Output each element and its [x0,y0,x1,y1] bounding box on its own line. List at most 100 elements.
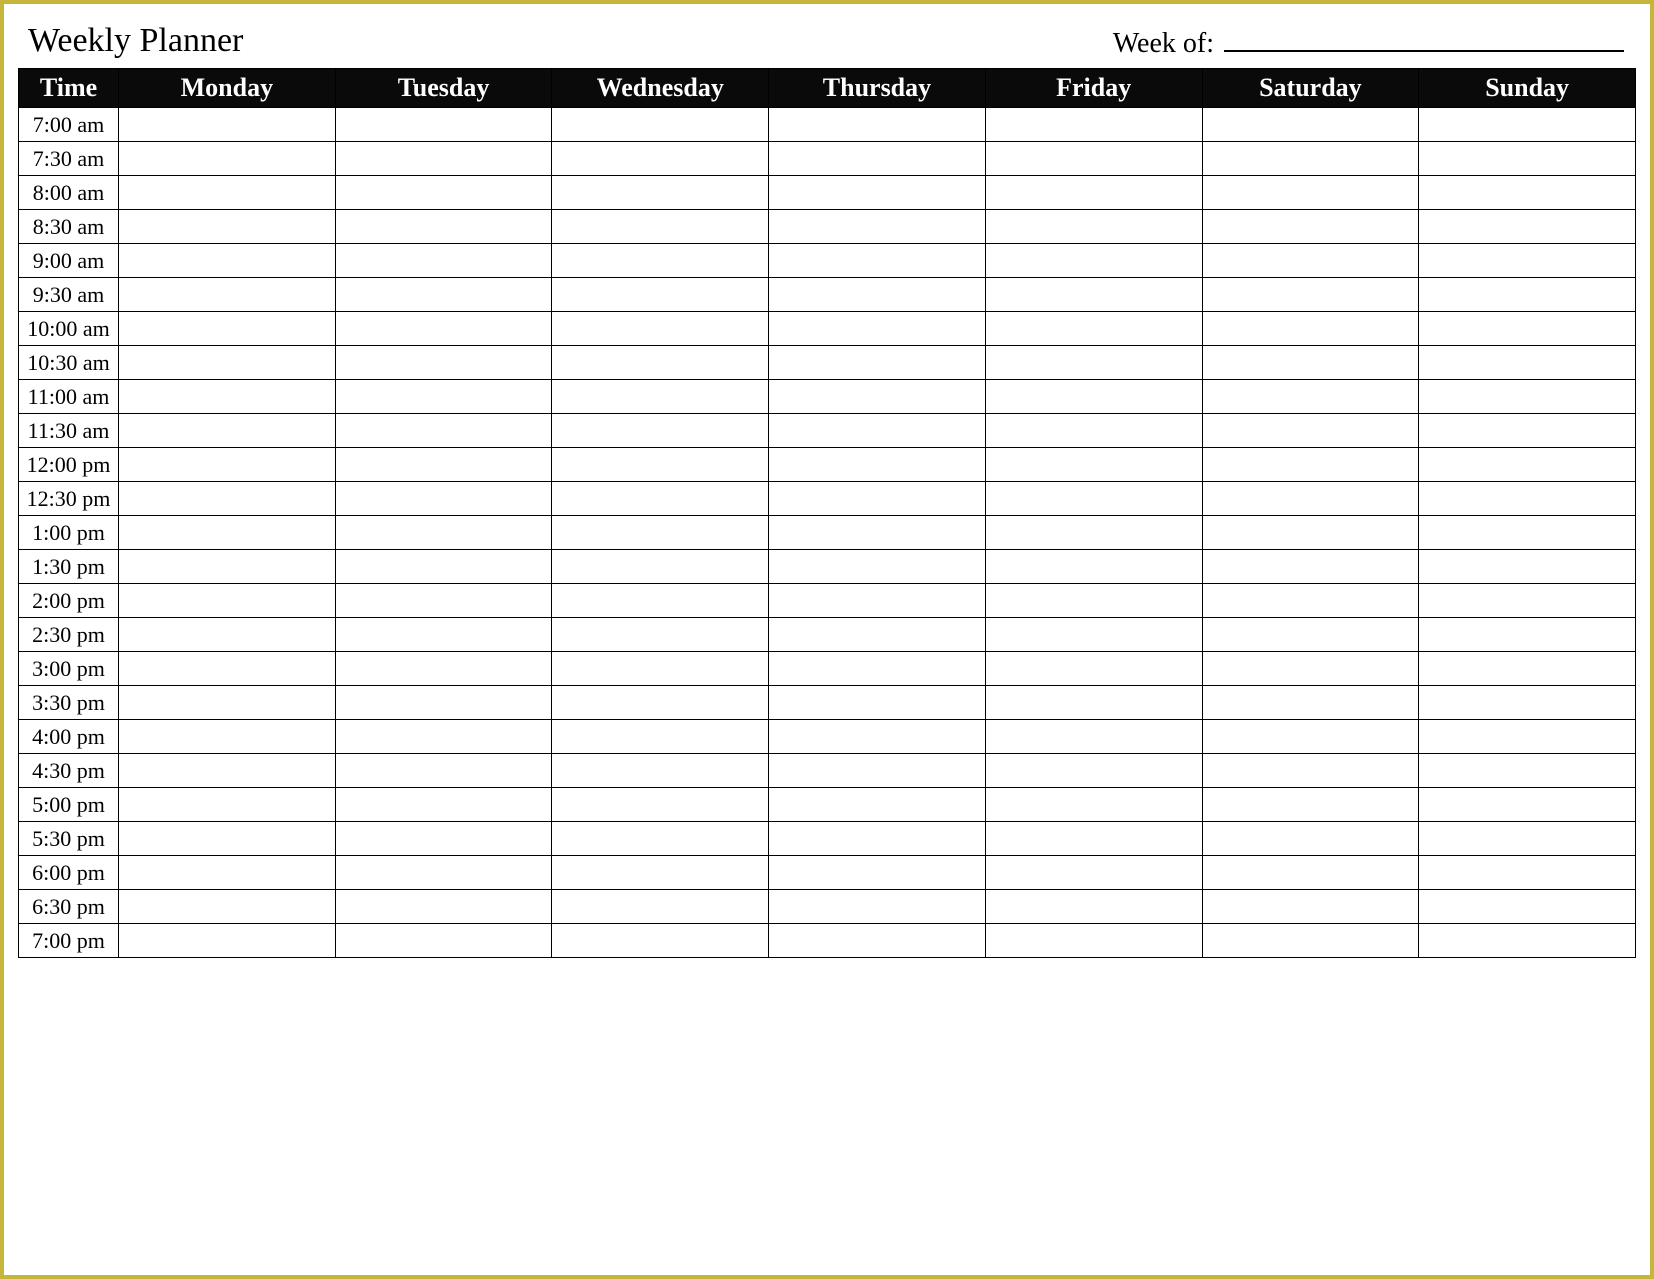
cell[interactable] [552,822,769,856]
cell[interactable] [552,176,769,210]
cell[interactable] [769,380,986,414]
cell[interactable] [1419,516,1636,550]
cell[interactable] [1202,890,1419,924]
cell[interactable] [335,584,552,618]
cell[interactable] [335,618,552,652]
cell[interactable] [119,312,336,346]
cell[interactable] [1419,312,1636,346]
cell[interactable] [119,584,336,618]
cell[interactable] [769,482,986,516]
cell[interactable] [119,142,336,176]
cell[interactable] [335,550,552,584]
cell[interactable] [985,278,1202,312]
cell[interactable] [1202,210,1419,244]
cell[interactable] [1419,414,1636,448]
cell[interactable] [1419,890,1636,924]
cell[interactable] [1202,516,1419,550]
cell[interactable] [335,380,552,414]
cell[interactable] [1202,652,1419,686]
cell[interactable] [985,924,1202,958]
cell[interactable] [1202,278,1419,312]
cell[interactable] [119,924,336,958]
cell[interactable] [552,142,769,176]
cell[interactable] [335,414,552,448]
cell[interactable] [1419,822,1636,856]
cell[interactable] [769,856,986,890]
cell[interactable] [119,448,336,482]
cell[interactable] [769,414,986,448]
cell[interactable] [119,244,336,278]
cell[interactable] [1419,856,1636,890]
cell[interactable] [1202,856,1419,890]
cell[interactable] [1202,346,1419,380]
cell[interactable] [335,788,552,822]
cell[interactable] [769,142,986,176]
cell[interactable] [119,754,336,788]
cell[interactable] [769,788,986,822]
cell[interactable] [552,516,769,550]
cell[interactable] [1419,788,1636,822]
cell[interactable] [335,924,552,958]
cell[interactable] [769,448,986,482]
cell[interactable] [119,618,336,652]
cell[interactable] [119,788,336,822]
cell[interactable] [552,108,769,142]
cell[interactable] [552,924,769,958]
cell[interactable] [335,890,552,924]
cell[interactable] [769,822,986,856]
cell[interactable] [985,108,1202,142]
cell[interactable] [119,380,336,414]
cell[interactable] [552,414,769,448]
cell[interactable] [1202,788,1419,822]
cell[interactable] [335,822,552,856]
cell[interactable] [552,278,769,312]
cell[interactable] [985,788,1202,822]
week-of-input-line[interactable] [1224,30,1624,52]
cell[interactable] [119,550,336,584]
cell[interactable] [1202,448,1419,482]
cell[interactable] [552,754,769,788]
cell[interactable] [769,652,986,686]
cell[interactable] [769,516,986,550]
cell[interactable] [985,448,1202,482]
cell[interactable] [119,414,336,448]
cell[interactable] [985,652,1202,686]
cell[interactable] [335,278,552,312]
cell[interactable] [769,754,986,788]
cell[interactable] [119,108,336,142]
cell[interactable] [769,210,986,244]
cell[interactable] [335,244,552,278]
cell[interactable] [119,720,336,754]
cell[interactable] [335,754,552,788]
cell[interactable] [985,856,1202,890]
cell[interactable] [335,482,552,516]
cell[interactable] [1202,822,1419,856]
cell[interactable] [1202,754,1419,788]
cell[interactable] [119,346,336,380]
cell[interactable] [1419,652,1636,686]
cell[interactable] [1419,754,1636,788]
cell[interactable] [985,822,1202,856]
cell[interactable] [119,176,336,210]
cell[interactable] [335,720,552,754]
cell[interactable] [1202,176,1419,210]
cell[interactable] [552,448,769,482]
cell[interactable] [769,176,986,210]
cell[interactable] [769,618,986,652]
cell[interactable] [552,788,769,822]
cell[interactable] [119,822,336,856]
cell[interactable] [985,346,1202,380]
cell[interactable] [985,482,1202,516]
cell[interactable] [119,482,336,516]
cell[interactable] [335,210,552,244]
cell[interactable] [1202,244,1419,278]
cell[interactable] [985,720,1202,754]
cell[interactable] [552,482,769,516]
cell[interactable] [1202,482,1419,516]
cell[interactable] [335,142,552,176]
cell[interactable] [119,652,336,686]
cell[interactable] [335,448,552,482]
cell[interactable] [552,380,769,414]
cell[interactable] [1419,380,1636,414]
cell[interactable] [769,278,986,312]
